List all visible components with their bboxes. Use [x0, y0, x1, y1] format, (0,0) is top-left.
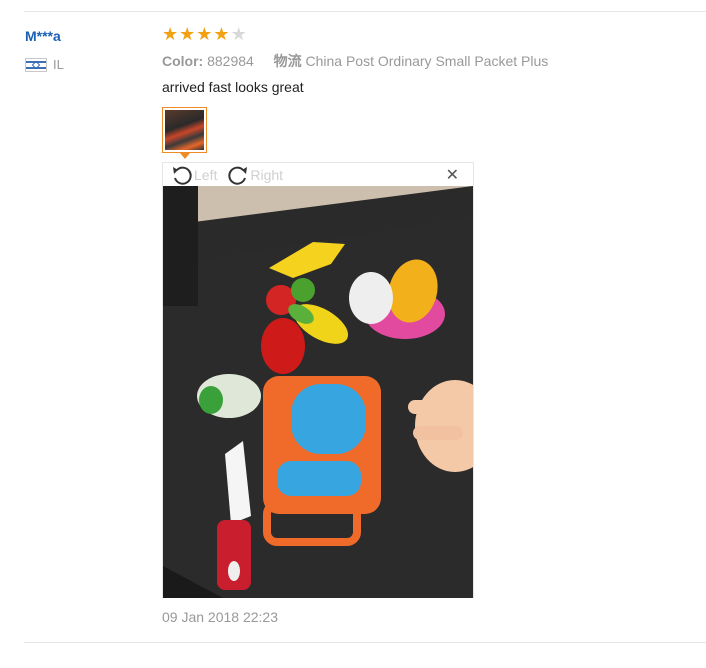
review-meta: Color: 882984 物流 China Post Ordinary Sma… — [162, 51, 548, 71]
reviewer-country: IL — [25, 57, 64, 72]
shipping-label: 物流 — [273, 53, 302, 69]
star-icon: ★ — [213, 24, 230, 44]
close-icon[interactable]: ✕ — [446, 165, 459, 185]
color-value: 882984 — [207, 53, 254, 69]
photo-viewer: Left Right ✕ — [162, 162, 474, 598]
shipping-value: China Post Ordinary Small Packet Plus — [305, 53, 549, 69]
review-photo-thumbnail[interactable] — [162, 107, 207, 153]
star-icon: ★ — [196, 24, 213, 44]
israel-flag-icon — [25, 57, 47, 72]
rotate-right-label: Right — [250, 166, 284, 183]
thumbnail-pointer — [180, 153, 190, 159]
viewer-toolbar: Left Right ✕ — [163, 163, 473, 186]
rotate-right-button[interactable]: Right — [227, 165, 283, 185]
star-rating: ★ ★ ★ ★ ★ — [162, 25, 247, 43]
color-label: Color: — [162, 53, 204, 69]
review-date: 09 Jan 2018 22:23 — [162, 609, 278, 625]
rotate-left-icon — [173, 166, 192, 185]
star-icon: ★ — [179, 24, 196, 44]
rotate-left-label: Left — [194, 166, 218, 183]
review-photo — [163, 186, 473, 598]
rotate-left-button[interactable]: Left — [171, 165, 217, 185]
country-code: IL — [53, 57, 64, 72]
bottom-divider — [24, 642, 706, 643]
review-text: arrived fast looks great — [162, 79, 304, 95]
rotate-right-icon — [228, 166, 248, 185]
star-icon: ★ — [230, 24, 247, 44]
top-divider — [24, 11, 706, 12]
star-icon: ★ — [162, 24, 179, 44]
reviewer-name: M***a — [25, 28, 61, 44]
